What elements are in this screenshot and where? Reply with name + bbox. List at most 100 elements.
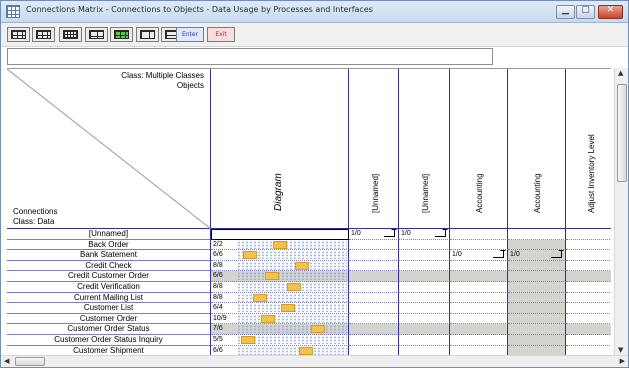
matrix-cell[interactable] <box>399 250 450 261</box>
matrix-cell[interactable] <box>508 324 566 335</box>
row-header[interactable]: Customer Order Status Inquiry <box>7 335 211 346</box>
matrix-cell[interactable] <box>349 303 399 314</box>
highlight-grid-button[interactable] <box>110 27 133 42</box>
matrix-cell[interactable]: 1/0 <box>508 250 566 261</box>
matrix-cell[interactable] <box>450 271 508 282</box>
row-header[interactable]: Customer Order Status <box>7 324 211 335</box>
matrix-cell[interactable]: 6/4 <box>211 303 349 314</box>
matrix-cell[interactable] <box>211 229 349 240</box>
matrix-cell[interactable]: 6/6 <box>211 250 349 261</box>
matrix-cell[interactable]: 8/8 <box>211 292 349 304</box>
matrix-cell[interactable] <box>399 271 450 282</box>
row-header[interactable]: Credit Customer Order <box>7 271 211 282</box>
matrix-cell[interactable] <box>450 239 508 251</box>
enter-button[interactable]: Enter <box>176 27 204 42</box>
matrix-cell[interactable] <box>508 313 566 325</box>
matrix-cell[interactable] <box>566 303 611 314</box>
grid-view-button[interactable] <box>7 27 30 42</box>
matrix-cell[interactable] <box>399 239 450 251</box>
row-header[interactable]: Credit Check <box>7 260 211 272</box>
document-button[interactable] <box>59 27 82 42</box>
matrix-cell[interactable] <box>508 260 566 272</box>
row-header[interactable]: Back Order <box>7 239 211 251</box>
column-header-unnamed-1[interactable]: [Unnamed] <box>349 69 399 229</box>
matrix-cell[interactable] <box>349 282 399 293</box>
matrix-cell[interactable]: 5/5 <box>211 335 349 346</box>
matrix-cell[interactable] <box>349 313 399 325</box>
horizontal-scroll-thumb[interactable] <box>15 357 45 366</box>
title-bar[interactable]: Connections Matrix - Connections to Obje… <box>1 1 628 23</box>
scroll-up-icon[interactable]: ▲ <box>618 69 623 77</box>
matrix-cell[interactable] <box>349 239 399 251</box>
maximize-button[interactable]: ▢ <box>576 5 595 19</box>
matrix-cell[interactable] <box>450 229 508 240</box>
row-header[interactable]: Customer List <box>7 303 211 314</box>
matrix-cell[interactable]: 1/0 <box>450 250 508 261</box>
scroll-right-icon[interactable]: ▶ <box>620 357 625 365</box>
matrix-cell[interactable] <box>566 229 611 240</box>
matrix-cell[interactable]: 7/6 <box>211 324 349 335</box>
exit-button[interactable]: Exit <box>207 27 235 42</box>
matrix-cell[interactable]: 10/9 <box>211 313 349 325</box>
matrix-cell[interactable] <box>399 335 450 346</box>
matrix-grid[interactable]: Class: Multiple Classes Objects Connecti… <box>7 68 611 361</box>
matrix-cell[interactable] <box>450 324 508 335</box>
matrix-cell[interactable] <box>508 292 566 304</box>
row-header[interactable]: Credit Verification <box>7 282 211 293</box>
matrix-cell[interactable] <box>399 313 450 325</box>
matrix-cell[interactable] <box>566 261 611 272</box>
matrix-cell[interactable] <box>508 282 566 293</box>
connector-button[interactable] <box>85 27 108 42</box>
horizontal-scrollbar[interactable]: ◀ ▶ <box>1 355 628 367</box>
matrix-cell[interactable] <box>349 260 399 272</box>
matrix-cell[interactable] <box>349 324 399 335</box>
column-header-accounting-1[interactable]: Accounting <box>450 69 508 229</box>
matrix-cell[interactable] <box>566 314 611 325</box>
column-header-unnamed-2[interactable]: [Unnamed] <box>399 69 450 229</box>
scroll-left-icon[interactable]: ◀ <box>4 357 9 365</box>
matrix-cell[interactable] <box>399 282 450 293</box>
vertical-scroll-thumb[interactable] <box>617 84 627 182</box>
close-button[interactable]: ✕ <box>598 5 623 19</box>
matrix-cell[interactable] <box>566 293 611 304</box>
matrix-cell[interactable] <box>508 303 566 314</box>
matrix-cell[interactable] <box>566 271 611 282</box>
row-header[interactable]: Customer Order <box>7 313 211 325</box>
vertical-scrollbar[interactable]: ▲ ▼ <box>614 68 628 355</box>
matrix-cell[interactable] <box>399 260 450 272</box>
matrix-cell[interactable]: 2/2 <box>211 239 349 251</box>
insert-columns-button[interactable] <box>136 27 159 42</box>
command-input[interactable] <box>7 48 493 65</box>
matrix-cell[interactable] <box>349 271 399 282</box>
matrix-cell[interactable] <box>566 335 611 346</box>
matrix-cell[interactable]: 8/8 <box>211 260 349 272</box>
matrix-cell[interactable] <box>450 282 508 293</box>
matrix-cell[interactable] <box>566 324 611 335</box>
scroll-down-icon[interactable]: ▼ <box>618 346 623 354</box>
matrix-cell[interactable] <box>349 250 399 261</box>
matrix-cell[interactable]: 1/0 <box>349 229 399 240</box>
matrix-cell[interactable] <box>450 303 508 314</box>
matrix-cell[interactable] <box>450 292 508 304</box>
matrix-cell[interactable] <box>566 240 611 251</box>
minimize-button[interactable]: ▁ <box>556 5 575 19</box>
matrix-cell[interactable] <box>399 292 450 304</box>
row-header[interactable]: Current Mailing List <box>7 292 211 304</box>
split-grid-button[interactable] <box>32 27 55 42</box>
column-header-accounting-2[interactable]: Accounting <box>508 69 566 229</box>
matrix-cell[interactable] <box>508 239 566 251</box>
column-header-diagram[interactable]: Diagram <box>211 69 349 229</box>
matrix-cell[interactable] <box>508 271 566 282</box>
matrix-cell[interactable] <box>566 250 611 261</box>
column-header-adjust-inventory-level[interactable]: Adjust Inventory Level <box>566 69 611 229</box>
matrix-cell[interactable]: 8/8 <box>211 282 349 293</box>
matrix-cell[interactable] <box>566 282 611 293</box>
matrix-cell[interactable] <box>349 335 399 346</box>
matrix-cell[interactable] <box>399 324 450 335</box>
row-header[interactable]: [Unnamed] <box>7 229 211 240</box>
matrix-cell[interactable]: 1/0 <box>399 229 450 240</box>
row-header[interactable]: Bank Statement <box>7 250 211 261</box>
matrix-cell[interactable] <box>508 335 566 346</box>
matrix-cell[interactable] <box>450 260 508 272</box>
matrix-cell[interactable] <box>450 335 508 346</box>
